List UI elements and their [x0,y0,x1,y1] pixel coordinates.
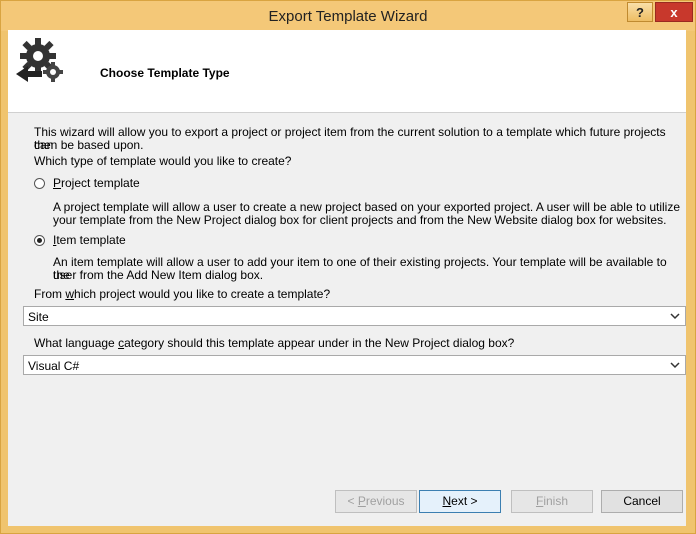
project-select-label: From which project would you like to cre… [34,288,330,301]
title-bar[interactable]: Export Template Wizard ? x [1,1,695,31]
window-title: Export Template Wizard [268,8,428,25]
language-select-label: What language category should this templ… [34,337,514,350]
project-select[interactable]: Site [23,306,686,326]
page-title: Choose Template Type [100,66,230,80]
item-template-radio[interactable] [34,235,45,246]
previous-button[interactable]: < Previous [335,490,417,513]
project-select-label-accel: w [65,287,75,301]
close-button[interactable]: x [655,2,693,22]
template-type-question: Which type of template would you like to… [34,154,292,168]
project-select-label-after: hich project would you like to create a … [74,287,331,301]
wizard-header: Choose Template Type [8,30,686,113]
language-select-label-after: ategory should this template appear unde… [124,336,515,350]
wizard-footer: < Previous Next > Finish Cancel [8,477,686,526]
chevron-down-icon [670,313,680,320]
finish-button-rest: inish [543,494,569,508]
project-select-value: Site [28,310,49,324]
next-button-rest: ext > [451,494,478,508]
language-select-label-before: What language [34,336,119,350]
cancel-button[interactable]: Cancel [601,490,683,513]
finish-button[interactable]: Finish [511,490,593,513]
item-template-label[interactable]: Item template [53,234,126,247]
project-template-desc-line2: your template from the New Project dialo… [53,213,667,227]
project-template-label-rest: roject template [61,176,140,190]
language-select[interactable]: Visual C# [23,355,686,375]
project-select-label-before: From [34,287,66,301]
intro-text-line2: then be based upon. [34,138,144,152]
previous-button-rest: revious [365,494,405,508]
item-template-label-rest: tem template [56,233,126,247]
item-template-desc-line2: user from the Add New Item dialog box. [53,268,264,282]
project-template-accel: P [53,176,62,190]
next-button[interactable]: Next > [419,490,501,513]
language-select-value: Visual C# [28,359,80,373]
previous-button-prefix: < [347,494,358,508]
previous-button-accel: P [357,494,366,508]
next-button-accel: N [442,494,452,508]
gears-export-icon [16,38,63,82]
chevron-down-icon [670,362,680,369]
project-template-radio[interactable] [34,178,45,189]
project-template-label[interactable]: Project template [53,177,140,190]
wizard-content: This wizard will allow you to export a p… [8,113,686,477]
help-button[interactable]: ? [627,2,653,22]
